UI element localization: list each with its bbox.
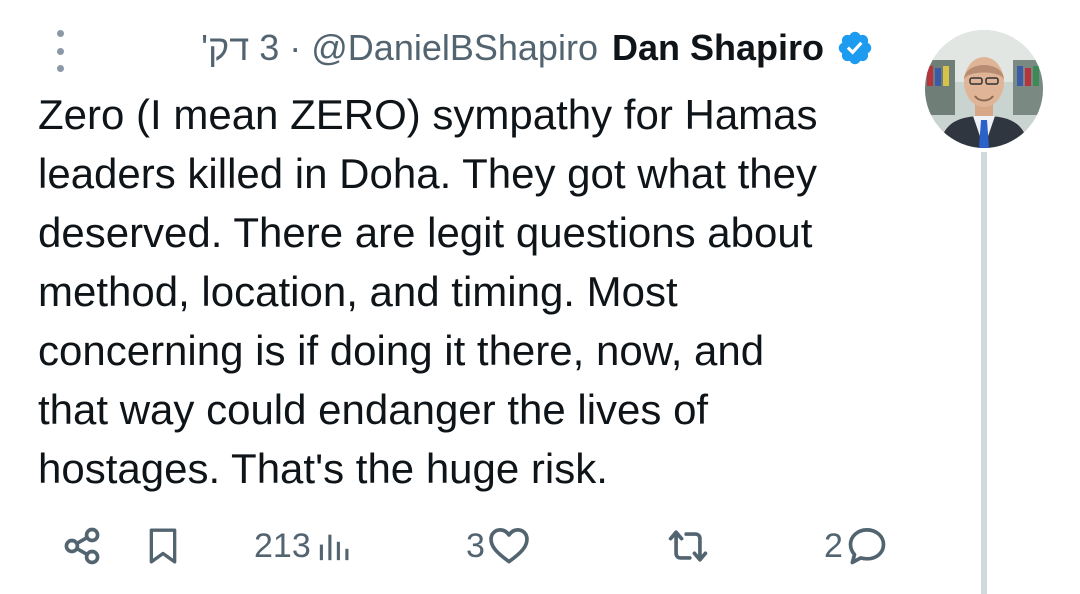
share-button[interactable] (60, 520, 104, 572)
tweet-actions: 213 3 2 (0, 520, 920, 572)
reply-button[interactable]: 2 (824, 520, 889, 572)
more-options-button[interactable] (48, 30, 72, 72)
retweet-button[interactable] (664, 520, 712, 572)
author-avatar[interactable] (925, 30, 1043, 148)
replies-value: 2 (824, 526, 843, 565)
tweet-header: 3 דק' · @DanielBShapiro Dan Shapiro (201, 25, 874, 71)
author-name[interactable]: Dan Shapiro (612, 25, 824, 71)
likes-value: 3 (466, 526, 485, 565)
retweet-icon (668, 530, 708, 562)
bookmark-icon (149, 528, 177, 564)
share-icon (64, 527, 100, 565)
more-dot (56, 30, 64, 37)
header-separator: · (289, 27, 302, 68)
verified-icon (838, 31, 872, 65)
more-dot (56, 65, 64, 72)
views-icon (319, 534, 349, 561)
author-handle[interactable]: @DanielBShapiro (311, 25, 598, 71)
views-value: 213 (254, 526, 311, 565)
views-count[interactable]: 213 (254, 520, 351, 572)
tweet-text: Zero (I mean ZERO) sympathy for Hamas le… (38, 91, 818, 492)
more-dot (56, 47, 64, 55)
reply-icon (848, 528, 886, 565)
avatar-image (925, 30, 1043, 148)
heart-icon (489, 528, 529, 564)
like-button[interactable]: 3 (466, 520, 531, 572)
bookmark-button[interactable] (143, 520, 183, 572)
tweet-timestamp[interactable]: 3 דק' (201, 25, 279, 71)
thread-line (981, 152, 987, 594)
